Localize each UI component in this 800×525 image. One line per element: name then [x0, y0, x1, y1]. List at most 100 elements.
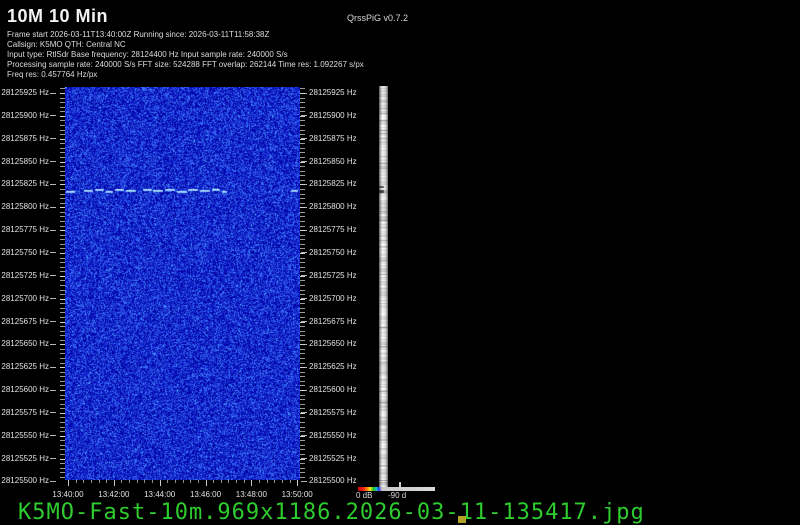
freq-edge-tick	[300, 454, 305, 455]
freq-tick-label: 28125625 Hz	[0, 362, 49, 372]
waterfall-spectrogram	[65, 87, 300, 480]
freq-edge-tick	[300, 427, 305, 428]
freq-edge-tick	[60, 404, 65, 405]
freq-edge-tick	[60, 303, 65, 304]
freq-edge-tick	[300, 422, 305, 423]
freq-tick-label: 28125875 Hz	[0, 134, 49, 144]
freq-tick-label: 28125725 Hz	[0, 271, 49, 281]
freq-edge-tick	[300, 198, 305, 199]
info-line-input: Input type: RtlSdr Base frequency: 28124…	[7, 50, 364, 60]
freq-edge-tick	[60, 331, 65, 332]
freq-edge-tick	[60, 221, 65, 222]
info-line-processing: Processing sample rate: 240000 S/s FFT s…	[7, 60, 364, 70]
time-minor-tick	[259, 480, 260, 483]
freq-edge-tick	[60, 449, 65, 450]
freq-edge-tick	[300, 203, 305, 204]
freq-edge-tick	[60, 463, 65, 464]
freq-tick-label: 28125775 Hz	[0, 225, 49, 235]
freq-edge-tick	[300, 157, 305, 158]
freq-tick-label: 28125850 Hz	[0, 157, 49, 167]
freq-edge-tick	[300, 477, 305, 478]
freq-edge-tick	[300, 363, 305, 364]
freq-tick-label: 28125725 Hz	[309, 271, 357, 281]
freq-edge-tick	[300, 184, 305, 185]
time-minor-tick	[213, 480, 214, 483]
freq-edge-tick	[300, 290, 305, 291]
freq-edge-tick	[300, 308, 305, 309]
info-line-callsign: Callsign: K5MO QTH: Central NC	[7, 40, 364, 50]
freq-edge-tick	[300, 194, 305, 195]
freq-tick	[50, 93, 56, 94]
freq-edge-tick	[60, 203, 65, 204]
freq-edge-tick	[60, 116, 65, 117]
freq-edge-tick	[300, 189, 305, 190]
freq-edge-tick	[60, 226, 65, 227]
freq-tick-label: 28125775 Hz	[309, 225, 357, 235]
time-major-tick	[68, 480, 69, 486]
freq-tick-label: 28125500 Hz	[309, 476, 357, 486]
freq-tick-label: 28125850 Hz	[309, 157, 357, 167]
freq-tick	[50, 207, 56, 208]
freq-tick-label: 28125875 Hz	[309, 134, 357, 144]
freq-edge-tick	[300, 353, 305, 354]
freq-edge-tick	[300, 98, 305, 99]
freq-tick-label: 28125650 Hz	[0, 339, 49, 349]
freq-edge-tick	[60, 262, 65, 263]
freq-tick	[50, 230, 56, 231]
freq-tick	[50, 275, 56, 276]
time-major-tick	[160, 480, 161, 486]
freq-tick-label: 28125750 Hz	[0, 248, 49, 258]
freq-edge-tick	[300, 358, 305, 359]
freq-edge-tick	[300, 335, 305, 336]
freq-edge-tick	[300, 280, 305, 281]
freq-edge-tick	[300, 162, 305, 163]
freq-edge-tick	[300, 331, 305, 332]
freq-tick-label: 28125700 Hz	[0, 294, 49, 304]
freq-edge-tick	[60, 431, 65, 432]
freq-edge-tick	[60, 322, 65, 323]
time-tick-label: 13:50:00	[277, 490, 317, 499]
freq-edge-tick	[60, 290, 65, 291]
freq-edge-tick	[60, 344, 65, 345]
freq-edge-tick	[60, 363, 65, 364]
freq-edge-tick	[60, 335, 65, 336]
freq-edge-tick	[60, 385, 65, 386]
freq-edge-tick	[300, 180, 305, 181]
freq-edge-tick	[60, 184, 65, 185]
freq-edge-tick	[60, 340, 65, 341]
freq-edge-tick	[300, 385, 305, 386]
freq-edge-tick	[300, 88, 305, 89]
freq-tick-label: 28125925 Hz	[309, 88, 357, 98]
freq-edge-tick	[300, 445, 305, 446]
time-major-tick	[297, 480, 298, 486]
page-title: 10M 10 Min	[7, 6, 108, 27]
freq-tick-label: 28125900 Hz	[0, 111, 49, 121]
freq-edge-tick	[300, 372, 305, 373]
freq-tick-label: 28125800 Hz	[309, 202, 357, 212]
freq-tick-label: 28125750 Hz	[309, 248, 357, 258]
freq-edge-tick	[300, 216, 305, 217]
freq-tick-label: 28125675 Hz	[0, 317, 49, 327]
freq-edge-tick	[300, 349, 305, 350]
freq-edge-tick	[60, 285, 65, 286]
freq-edge-tick	[60, 152, 65, 153]
freq-edge-tick	[60, 440, 65, 441]
freq-edge-tick	[300, 258, 305, 259]
freq-edge-tick	[300, 390, 305, 391]
freq-edge-tick	[300, 408, 305, 409]
freq-edge-tick	[300, 148, 305, 149]
freq-edge-tick	[300, 93, 305, 94]
freq-edge-tick	[60, 294, 65, 295]
freq-edge-tick	[300, 367, 305, 368]
freq-tick	[50, 367, 56, 368]
freq-edge-tick	[60, 312, 65, 313]
freq-edge-tick	[60, 408, 65, 409]
freq-edge-tick	[60, 134, 65, 135]
freq-edge-tick	[60, 198, 65, 199]
freq-edge-tick	[60, 166, 65, 167]
freq-tick-label: 28125650 Hz	[309, 339, 357, 349]
freq-tick-label: 28125925 Hz	[0, 88, 49, 98]
time-minor-tick	[244, 480, 245, 483]
freq-tick-label: 28125550 Hz	[0, 431, 49, 441]
freq-edge-tick	[300, 239, 305, 240]
